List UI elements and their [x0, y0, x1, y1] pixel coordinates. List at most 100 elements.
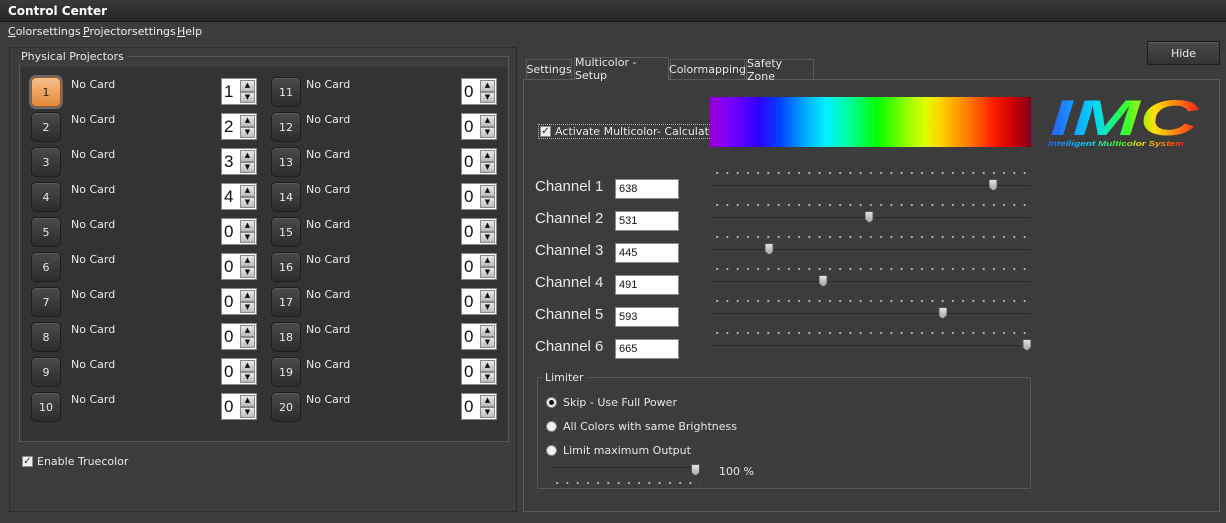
spinbox-value[interactable]: 0 [224, 397, 233, 417]
spin-up-arrow-icon[interactable]: ▲ [480, 255, 495, 267]
slider-thumb[interactable] [988, 179, 998, 191]
radio-skip-full-power[interactable]: Skip - Use Full Power [546, 396, 677, 409]
spin-down-arrow-icon[interactable]: ▼ [480, 266, 495, 278]
projector-spinbox-10[interactable]: 0 ▲ ▼ [221, 393, 257, 420]
channel-6-slider[interactable] [712, 330, 1032, 352]
projector-button-16[interactable]: 16 [271, 252, 301, 282]
channel-5-wavelength-input[interactable]: 593 [615, 307, 679, 327]
slider-thumb[interactable] [818, 275, 828, 287]
spinbox-value[interactable]: 0 [464, 187, 473, 207]
channel-4-wavelength-input[interactable]: 491 [615, 275, 679, 295]
projector-spinbox-9[interactable]: 0 ▲ ▼ [221, 358, 257, 385]
spin-up-arrow-icon[interactable]: ▲ [480, 290, 495, 302]
channel-5-slider[interactable] [712, 298, 1030, 320]
spin-down-arrow-icon[interactable]: ▼ [480, 371, 495, 383]
spin-up-arrow-icon[interactable]: ▲ [240, 290, 255, 302]
spin-down-arrow-icon[interactable]: ▼ [480, 126, 495, 138]
limit-output-slider[interactable] [552, 460, 700, 488]
slider-thumb[interactable] [1022, 339, 1032, 351]
projector-button-10[interactable]: 10 [31, 392, 61, 422]
spin-down-arrow-icon[interactable]: ▼ [240, 371, 255, 383]
spin-down-arrow-icon[interactable]: ▼ [240, 231, 255, 243]
spin-up-arrow-icon[interactable]: ▲ [480, 185, 495, 197]
spin-up-arrow-icon[interactable]: ▲ [480, 395, 495, 407]
spinbox-value[interactable]: 0 [224, 257, 233, 277]
menu-projectorsettings[interactable]: Projectorsettings [83, 25, 176, 38]
spin-up-arrow-icon[interactable]: ▲ [480, 360, 495, 372]
channel-6-wavelength-input[interactable]: 665 [615, 339, 679, 359]
spinbox-value[interactable]: 4 [224, 187, 233, 207]
spin-up-arrow-icon[interactable]: ▲ [480, 115, 495, 127]
projector-spinbox-15[interactable]: 0 ▲ ▼ [461, 218, 497, 245]
channel-1-wavelength-input[interactable]: 638 [615, 179, 679, 199]
activate-multicolor-checkbox[interactable]: ✓ Activate Multicolor- Calculation [538, 124, 728, 139]
spin-down-arrow-icon[interactable]: ▼ [480, 91, 495, 103]
spinbox-value[interactable]: 2 [224, 117, 233, 137]
projector-spinbox-2[interactable]: 2 ▲ ▼ [221, 113, 257, 140]
slider-thumb[interactable] [864, 211, 874, 223]
slider-thumb[interactable] [764, 243, 774, 255]
channel-1-slider[interactable] [712, 170, 1030, 192]
enable-truecolor-checkbox[interactable]: ✓ Enable Truecolor [22, 455, 128, 468]
spin-up-arrow-icon[interactable]: ▲ [240, 360, 255, 372]
projector-spinbox-6[interactable]: 0 ▲ ▼ [221, 253, 257, 280]
projector-button-18[interactable]: 18 [271, 322, 301, 352]
channel-3-wavelength-input[interactable]: 445 [615, 243, 679, 263]
spinbox-value[interactable]: 0 [464, 222, 473, 242]
projector-button-7[interactable]: 7 [31, 287, 61, 317]
projector-button-9[interactable]: 9 [31, 357, 61, 387]
spin-down-arrow-icon[interactable]: ▼ [480, 196, 495, 208]
channel-2-wavelength-input[interactable]: 531 [615, 211, 679, 231]
projector-spinbox-13[interactable]: 0 ▲ ▼ [461, 148, 497, 175]
projector-spinbox-1[interactable]: 1 ▲ ▼ [221, 78, 257, 105]
spin-up-arrow-icon[interactable]: ▲ [240, 395, 255, 407]
slider-thumb[interactable] [938, 307, 948, 319]
projector-button-3[interactable]: 3 [31, 147, 61, 177]
projector-spinbox-16[interactable]: 0 ▲ ▼ [461, 253, 497, 280]
tab-settings[interactable]: Settings [526, 59, 572, 79]
projector-button-12[interactable]: 12 [271, 112, 301, 142]
projector-button-15[interactable]: 15 [271, 217, 301, 247]
spinbox-value[interactable]: 0 [464, 152, 473, 172]
spin-up-arrow-icon[interactable]: ▲ [480, 325, 495, 337]
projector-button-8[interactable]: 8 [31, 322, 61, 352]
spin-down-arrow-icon[interactable]: ▼ [480, 336, 495, 348]
spin-up-arrow-icon[interactable]: ▲ [480, 80, 495, 92]
spinbox-value[interactable]: 0 [464, 257, 473, 277]
projector-spinbox-4[interactable]: 4 ▲ ▼ [221, 183, 257, 210]
projector-spinbox-17[interactable]: 0 ▲ ▼ [461, 288, 497, 315]
spin-up-arrow-icon[interactable]: ▲ [240, 80, 255, 92]
spinbox-value[interactable]: 0 [224, 292, 233, 312]
radio-same-brightness[interactable]: All Colors with same Brightness [546, 420, 737, 433]
projector-button-20[interactable]: 20 [271, 392, 301, 422]
spin-down-arrow-icon[interactable]: ▼ [480, 301, 495, 313]
spinbox-value[interactable]: 0 [224, 327, 233, 347]
projector-button-17[interactable]: 17 [271, 287, 301, 317]
projector-spinbox-8[interactable]: 0 ▲ ▼ [221, 323, 257, 350]
spinbox-value[interactable]: 0 [464, 292, 473, 312]
projector-spinbox-3[interactable]: 3 ▲ ▼ [221, 148, 257, 175]
hide-button[interactable]: Hide [1147, 41, 1220, 65]
spin-up-arrow-icon[interactable]: ▲ [240, 325, 255, 337]
spinbox-value[interactable]: 0 [464, 397, 473, 417]
spin-down-arrow-icon[interactable]: ▼ [240, 91, 255, 103]
projector-button-6[interactable]: 6 [31, 252, 61, 282]
spin-up-arrow-icon[interactable]: ▲ [240, 220, 255, 232]
projector-spinbox-7[interactable]: 0 ▲ ▼ [221, 288, 257, 315]
radio-limit-output[interactable]: Limit maximum Output [546, 444, 691, 457]
spin-down-arrow-icon[interactable]: ▼ [240, 196, 255, 208]
spin-down-arrow-icon[interactable]: ▼ [240, 301, 255, 313]
spin-up-arrow-icon[interactable]: ▲ [240, 150, 255, 162]
projector-button-14[interactable]: 14 [271, 182, 301, 212]
spin-up-arrow-icon[interactable]: ▲ [480, 220, 495, 232]
projector-button-5[interactable]: 5 [31, 217, 61, 247]
spin-down-arrow-icon[interactable]: ▼ [240, 336, 255, 348]
menu-help[interactable]: Help [177, 25, 202, 38]
spinbox-value[interactable]: 0 [224, 362, 233, 382]
spin-down-arrow-icon[interactable]: ▼ [240, 126, 255, 138]
projector-button-19[interactable]: 19 [271, 357, 301, 387]
projector-button-2[interactable]: 2 [31, 112, 61, 142]
tab-safety-zone[interactable]: Safety Zone [746, 57, 814, 83]
projector-spinbox-18[interactable]: 0 ▲ ▼ [461, 323, 497, 350]
spinbox-value[interactable]: 0 [464, 327, 473, 347]
